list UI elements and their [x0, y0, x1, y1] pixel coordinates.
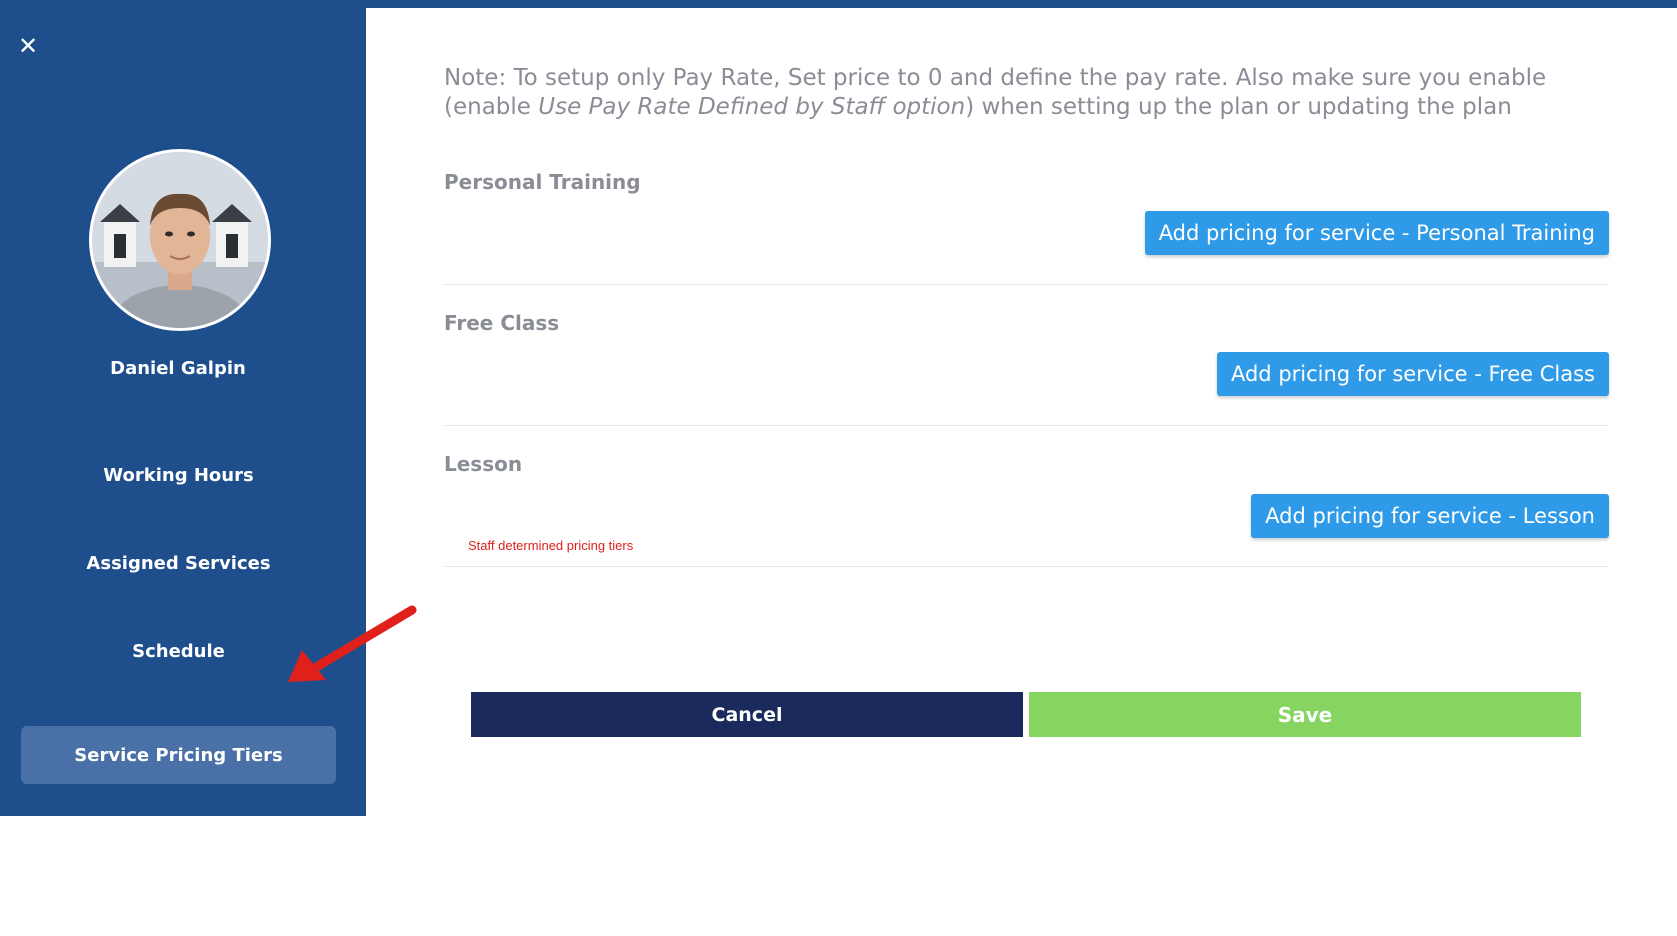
avatar [89, 149, 271, 331]
avatar-photo [92, 152, 268, 328]
close-icon[interactable]: ✕ [16, 34, 40, 58]
add-pricing-lesson-button[interactable]: Add pricing for service - Lesson [1251, 494, 1609, 538]
add-pricing-free-class-button[interactable]: Add pricing for service - Free Class [1216, 352, 1609, 396]
add-pricing-personal-training-button[interactable]: Add pricing for service - Personal Train… [1144, 211, 1609, 255]
staff-name: Daniel Galpin [110, 358, 246, 379]
section-divider [444, 566, 1609, 567]
note-text-emphasis: Use Pay Rate Defined by Staff option [538, 94, 966, 120]
pay-rate-note: Note: To setup only Pay Rate, Set price … [444, 64, 1609, 122]
service-title-free-class: Free Class [444, 311, 560, 335]
staff-sidebar: ✕ Daniel Galpin Working Hours Assigned S… [0, 0, 366, 816]
sidebar-item-assigned-services[interactable]: Assigned Services [21, 534, 336, 592]
note-text-suffix: ) when setting up the plan or updating t… [965, 94, 1512, 120]
cancel-button[interactable]: Cancel [471, 692, 1023, 737]
staff-pricing-tiers-note: Staff determined pricing tiers [468, 538, 634, 553]
service-title-personal-training: Personal Training [444, 170, 641, 194]
annotation-arrow [288, 605, 417, 682]
save-button[interactable]: Save [1029, 692, 1581, 737]
sidebar-item-service-pricing-tiers[interactable]: Service Pricing Tiers [21, 726, 336, 784]
section-divider [444, 425, 1609, 426]
sidebar-item-working-hours[interactable]: Working Hours [21, 446, 336, 504]
section-divider [444, 284, 1609, 285]
service-title-lesson: Lesson [444, 452, 523, 476]
